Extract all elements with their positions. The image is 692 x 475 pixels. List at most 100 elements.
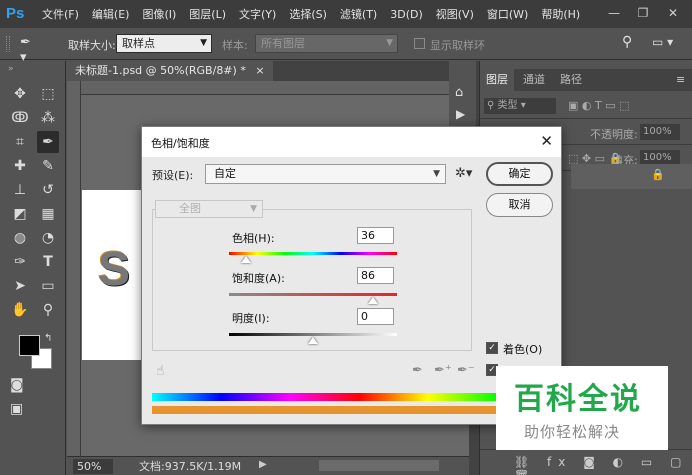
minimize-button[interactable]: — [603, 4, 625, 22]
menu-edit[interactable]: 编辑(E) [92, 6, 130, 22]
eyedropper-minus-icon[interactable]: ✒⁻ [457, 363, 475, 378]
eyedropper-plus-icon[interactable]: ✒⁺ [434, 363, 452, 378]
eraser-tool-icon[interactable]: ◩ [9, 203, 31, 225]
options-grip[interactable] [6, 36, 10, 52]
restore-button[interactable]: ❐ [632, 4, 654, 22]
menu-file[interactable]: 文件(F) [42, 6, 79, 22]
move-tool-icon[interactable]: ✥ [9, 83, 31, 105]
eyedropper-icon[interactable]: ✒ [412, 363, 423, 378]
channel-value: 全图 [179, 202, 201, 215]
dialog-close-icon[interactable]: ✕ [540, 132, 553, 150]
more-tools-icon[interactable] [9, 311, 31, 333]
ok-button[interactable]: 确定 [486, 162, 553, 186]
foreground-color-swatch[interactable] [19, 335, 40, 356]
lightness-label: 明度(I): [232, 312, 270, 325]
healing-brush-tool-icon[interactable]: ✚ [9, 155, 31, 177]
zoom-field[interactable]: 50% [73, 459, 113, 474]
canvas-letter-s: S [98, 243, 131, 296]
lightness-slider-thumb[interactable] [308, 337, 318, 344]
menu-type[interactable]: 文字(Y) [239, 6, 276, 22]
history-icon[interactable]: ⌂ [455, 85, 463, 100]
hue-field[interactable]: 36 [357, 227, 394, 244]
dialog-titlebar[interactable]: 色相/饱和度 ✕ [142, 127, 561, 157]
layer-action-icons[interactable]: ⛓ fx ◙ ◐ ▭ ▢ 🗑 [514, 455, 692, 475]
magic-wand-tool-icon[interactable]: ⁂ [37, 107, 59, 129]
preset-label: 预设(E): [152, 169, 194, 182]
sample-select[interactable]: 所有图层 ▼ [255, 34, 398, 53]
gradient-tool-icon[interactable]: ▦ [37, 203, 59, 225]
lasso-tool-icon[interactable]: ↂ [9, 107, 31, 129]
path-selection-tool-icon[interactable]: ➤ [9, 275, 31, 297]
menu-window[interactable]: 窗口(W) [487, 6, 528, 22]
sample-size-select[interactable]: 取样点 ▼ [116, 34, 212, 53]
tab-channels[interactable]: 通道 [517, 69, 551, 91]
channel-select[interactable]: 全图 ▼ [155, 200, 263, 218]
panel-menu-icon[interactable]: ≡ [670, 69, 691, 91]
actions-play-icon[interactable]: ▶ [456, 107, 465, 121]
collapse-arrows-icon[interactable]: » [8, 64, 14, 74]
status-arrow-icon[interactable]: ▶ [259, 459, 267, 470]
quick-mask-icon[interactable]: ◙ [10, 377, 24, 393]
chevron-down-icon: ▼ [386, 38, 393, 48]
colorize-checkbox[interactable]: ✓ [486, 342, 498, 354]
eyedropper-tool-icon[interactable]: ✒ ▾ [20, 35, 40, 65]
dodge-tool-icon[interactable]: ◔ [37, 227, 59, 249]
workspace-icon[interactable]: ▭ ▾ [652, 35, 673, 49]
lightness-field[interactable]: 0 [357, 308, 394, 325]
close-tab-icon[interactable]: × [255, 64, 264, 77]
targeted-adjustment-hand-icon[interactable]: ☝ [156, 363, 165, 379]
tab-paths[interactable]: 路径 [554, 69, 588, 91]
lightness-slider-track[interactable] [229, 333, 397, 336]
hue-slider-thumb[interactable] [240, 256, 251, 263]
colorize-label: 着色(O) [503, 343, 543, 356]
eyedropper-tool-icon[interactable]: ✒ [37, 131, 59, 153]
saturation-slider-track[interactable] [229, 293, 397, 296]
selected-layer-row[interactable]: 🔒 [571, 164, 692, 189]
hue-slider-track[interactable] [229, 252, 397, 255]
chevron-down-icon: ▼ [433, 169, 440, 179]
menu-help[interactable]: 帮助(H) [541, 6, 580, 22]
saturation-slider-thumb[interactable] [368, 297, 379, 304]
menu-view[interactable]: 视图(V) [436, 6, 474, 22]
brush-tool-icon[interactable]: ✎ [37, 155, 59, 177]
status-bar: 50% 文档:937.5K/1.19M ▶ [67, 456, 469, 475]
saturation-label: 饱和度(A): [232, 272, 285, 285]
blur-tool-icon[interactable]: ◍ [9, 227, 31, 249]
opacity-field[interactable]: 100% [640, 124, 680, 140]
zoom-tool-icon[interactable]: ⚲ [37, 299, 59, 321]
filter-icons[interactable]: ▣ ◐ T ▭ ⬚ [568, 99, 629, 112]
menu-filter[interactable]: 滤镜(T) [340, 6, 377, 22]
pen-tool-icon[interactable]: ✑ [9, 251, 31, 273]
sample-value: 所有图层 [261, 37, 305, 50]
layer-kind-select[interactable]: ⚲ 类型 ▾ [484, 98, 556, 114]
screen-mode-icon[interactable]: ▣ [10, 401, 23, 417]
gear-icon[interactable]: ✲▾ [455, 166, 472, 181]
marquee-tool-icon[interactable]: ⬚ [37, 83, 59, 105]
show-ring-checkbox[interactable] [414, 38, 425, 49]
document-tab-bar: 未标题-1.psd @ 50%(RGB/8#) * × [67, 61, 469, 81]
hue-label: 色相(H): [232, 232, 275, 245]
history-brush-tool-icon[interactable]: ↺ [37, 179, 59, 201]
swap-colors-icon[interactable]: ↰ [44, 333, 52, 344]
menu-select[interactable]: 选择(S) [289, 6, 327, 22]
document-tab[interactable]: 未标题-1.psd @ 50%(RGB/8#) * × [67, 61, 273, 81]
adjustment-group [152, 209, 472, 351]
saturation-field[interactable]: 86 [357, 267, 394, 284]
rectangle-tool-icon[interactable]: ▭ [37, 275, 59, 297]
menu-layer[interactable]: 图层(L) [189, 6, 226, 22]
preset-select[interactable]: 自定 ▼ [205, 164, 446, 184]
crop-tool-icon[interactable]: ⌗ [9, 131, 31, 153]
menu-image[interactable]: 图像(I) [142, 6, 176, 22]
search-icon[interactable]: ⚲ [622, 34, 632, 50]
menu-3d[interactable]: 3D(D) [390, 8, 423, 21]
type-tool-icon[interactable]: T [37, 251, 59, 273]
tab-layers[interactable]: 图层 [480, 69, 514, 91]
watermark-subtitle: 助你轻松解决 [524, 423, 621, 441]
dialog-title: 色相/饱和度 [151, 137, 210, 150]
clone-stamp-tool-icon[interactable]: ⊥ [9, 179, 31, 201]
document-tab-title: 未标题-1.psd @ 50%(RGB/8#) * [75, 64, 246, 77]
horizontal-scrollbar[interactable] [319, 460, 439, 471]
close-window-button[interactable]: ✕ [662, 4, 684, 22]
cancel-button[interactable]: 取消 [486, 193, 553, 217]
document-info: 文档:937.5K/1.19M [139, 460, 242, 473]
